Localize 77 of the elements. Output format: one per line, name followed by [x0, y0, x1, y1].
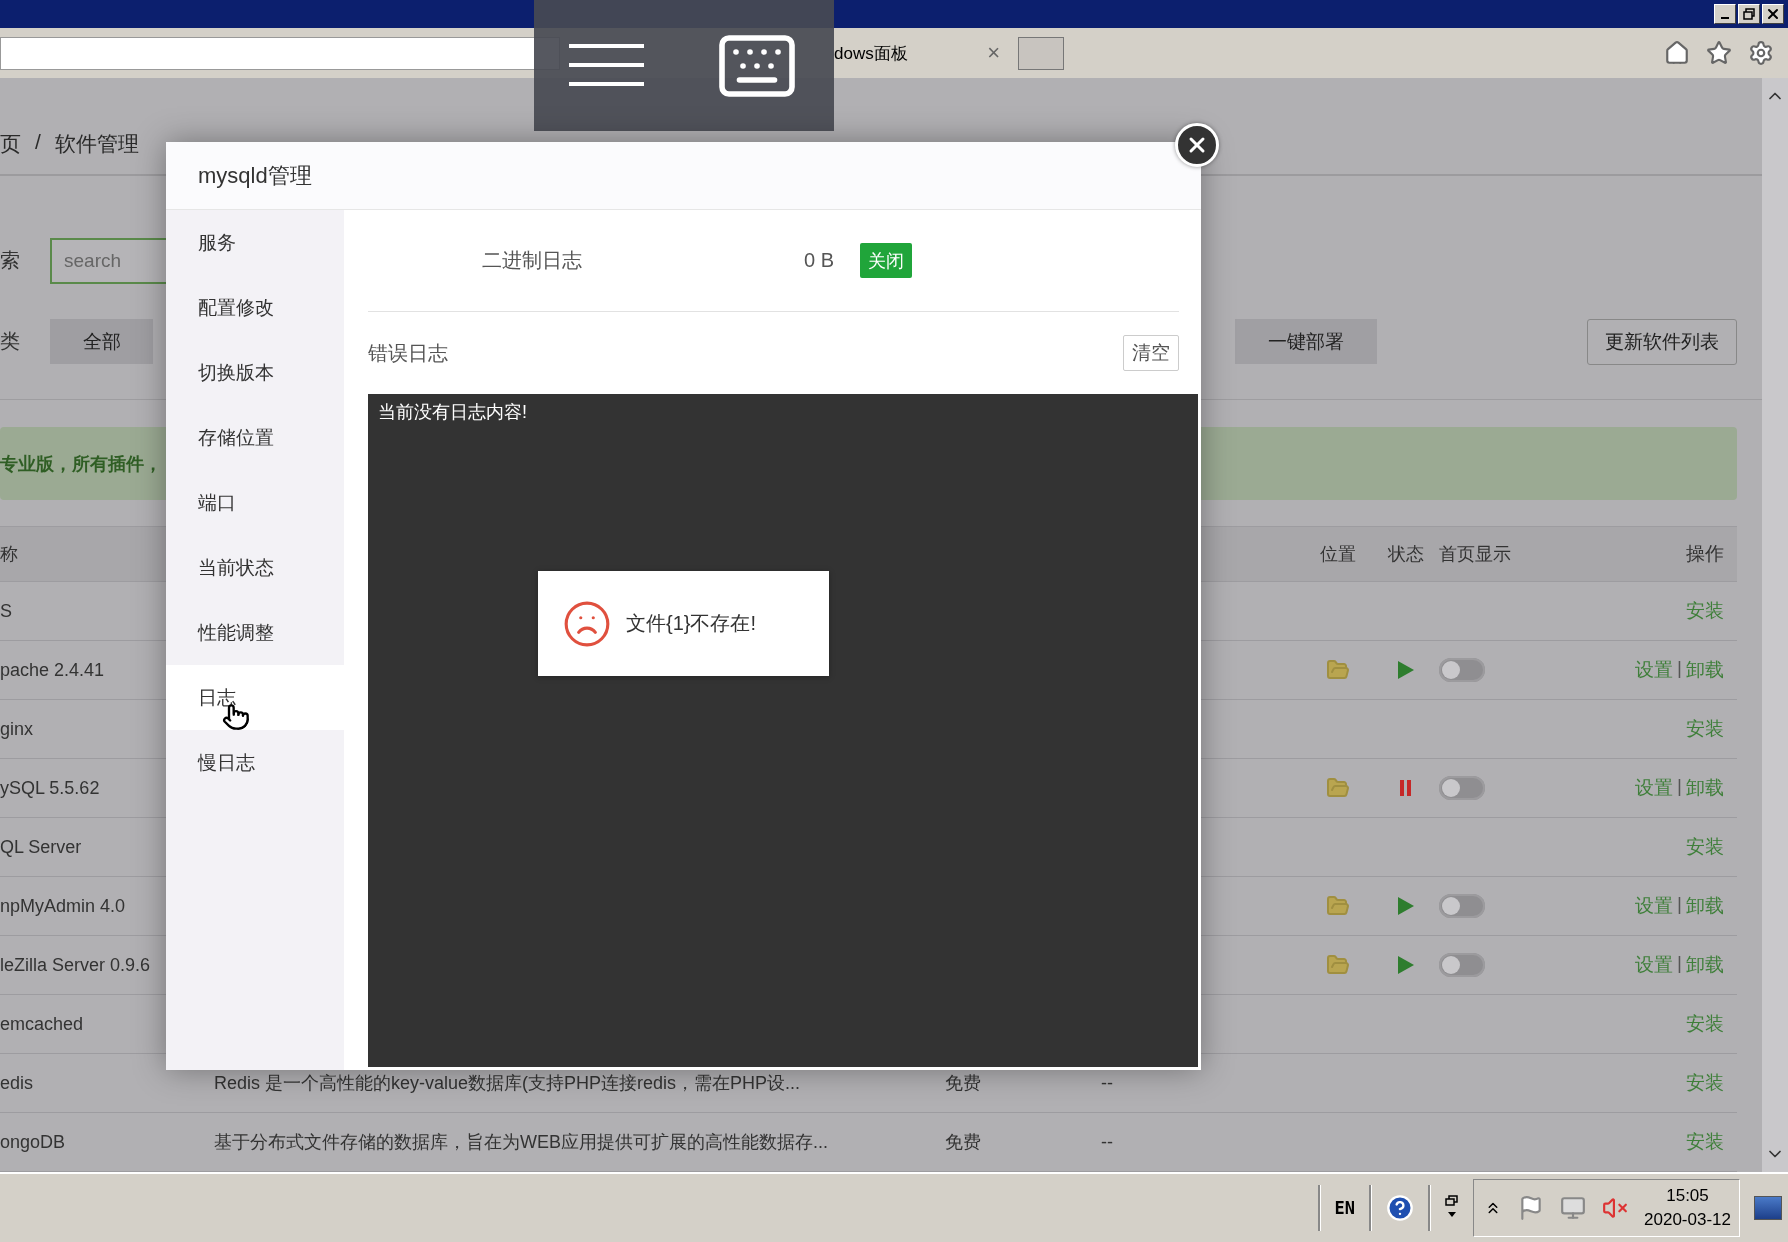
software-name: S — [0, 600, 13, 622]
play-icon[interactable] — [1397, 897, 1414, 915]
software-name: npMyAdmin 4.0 — [0, 895, 127, 917]
clear-button[interactable]: 清空 — [1123, 335, 1179, 371]
dialog-title: mysqld管理 — [166, 142, 1201, 210]
show-desktop-icon[interactable] — [1754, 1196, 1782, 1220]
column-header: 称 — [0, 543, 19, 566]
star-icon[interactable] — [1706, 40, 1732, 66]
muted-speaker-icon[interactable] — [1602, 1195, 1629, 1221]
play-icon[interactable] — [1397, 661, 1414, 679]
sidebar-item[interactable]: 切换版本 — [166, 340, 344, 405]
clock-date: 2020-03-12 — [1644, 1209, 1731, 1231]
sidebar-item[interactable]: 端口 — [166, 470, 344, 535]
software-name: leZilla Server 0.9.6 — [0, 954, 152, 976]
category-tab[interactable]: 全部 — [50, 319, 153, 365]
new-tab-button[interactable] — [1018, 36, 1064, 70]
action-separator: | — [1677, 775, 1682, 798]
search-label: 索 — [0, 248, 21, 274]
category-label: 类 — [0, 329, 21, 355]
log-text: 当前没有日志内容! — [378, 402, 527, 422]
binary-log-label: 二进制日志 — [482, 248, 583, 273]
network-icon[interactable] — [1560, 1195, 1587, 1221]
column-header: 位置 — [1319, 543, 1356, 566]
expiry-cell-text: -- — [1101, 1072, 1114, 1094]
action-separator: | — [1677, 657, 1682, 680]
language-indicator[interactable]: EN — [1334, 1198, 1356, 1218]
software-description: 基于分布式文件存储的数据库，旨在为WEB应用提供可扩展的高性能数据存... — [214, 1131, 829, 1154]
toggle-switch[interactable] — [1439, 658, 1485, 682]
software-name: QL Server — [0, 836, 83, 858]
deploy-button[interactable]: 一键部署 — [1235, 319, 1377, 365]
settings-icon[interactable] — [1748, 40, 1774, 66]
software-name: edis — [0, 1072, 35, 1094]
toast-message: 文件{1}不存在! — [626, 611, 757, 636]
menu-icon[interactable] — [569, 44, 645, 87]
restore-icon — [1743, 8, 1755, 20]
action-separator: | — [1677, 893, 1682, 916]
error-log-label: 错误日志 — [368, 340, 448, 366]
software-description: Redis 是一个高性能的key-value数据库(支持PHP连接redis，需在PHP设... — [214, 1072, 802, 1095]
restore-button[interactable] — [1738, 4, 1760, 24]
minimize-icon — [1721, 17, 1729, 19]
close-button[interactable] — [1762, 4, 1784, 24]
help-icon[interactable] — [1386, 1194, 1415, 1222]
toggle-switch[interactable] — [1439, 776, 1485, 800]
software-name: pache 2.4.41 — [0, 659, 106, 681]
sidebar-item[interactable]: 当前状态 — [166, 535, 344, 600]
home-icon[interactable] — [1664, 40, 1690, 66]
sidebar-item[interactable]: 存储位置 — [166, 405, 344, 470]
tab-close-button[interactable]: × — [987, 40, 1000, 66]
breadcrumb-item[interactable]: 页 — [0, 130, 21, 158]
sidebar-item[interactable]: 日志 — [166, 665, 344, 730]
software-name: ginx — [0, 718, 35, 740]
refresh-list-button[interactable]: 更新软件列表 — [1587, 318, 1737, 365]
software-name: ySQL 5.5.62 — [0, 777, 101, 799]
play-icon[interactable] — [1397, 956, 1414, 974]
close-icon — [1765, 6, 1781, 22]
minimize-button[interactable] — [1714, 4, 1736, 24]
expiry-cell-text: -- — [1101, 1131, 1114, 1153]
clock-time: 15:05 — [1666, 1185, 1709, 1207]
breadcrumb-separator: / — [35, 130, 41, 154]
close-button[interactable] — [1175, 123, 1219, 167]
toggle-switch[interactable] — [1439, 953, 1485, 977]
breadcrumb-item: 软件管理 — [54, 131, 139, 157]
disable-button[interactable]: 关闭 — [860, 243, 912, 278]
column-header: 状态 — [1387, 543, 1424, 566]
software-name: ongoDB — [0, 1131, 67, 1153]
pause-icon[interactable] — [1399, 780, 1412, 796]
sidebar-item[interactable]: 性能调整 — [166, 600, 344, 665]
banner-text: 专业版，所有插件， — [0, 452, 162, 476]
column-header: 首页显示 — [1439, 543, 1512, 566]
column-header: 操作 — [1686, 542, 1724, 566]
toggle-switch[interactable] — [1439, 894, 1485, 918]
binary-log-size: 0 B — [804, 249, 836, 272]
price-cell-text: 免费 — [945, 1131, 982, 1154]
price-cell-text: 免费 — [945, 1072, 982, 1095]
action-separator: | — [1677, 952, 1682, 975]
software-name: emcached — [0, 1013, 85, 1035]
sidebar-item[interactable]: 慢日志 — [166, 730, 344, 795]
